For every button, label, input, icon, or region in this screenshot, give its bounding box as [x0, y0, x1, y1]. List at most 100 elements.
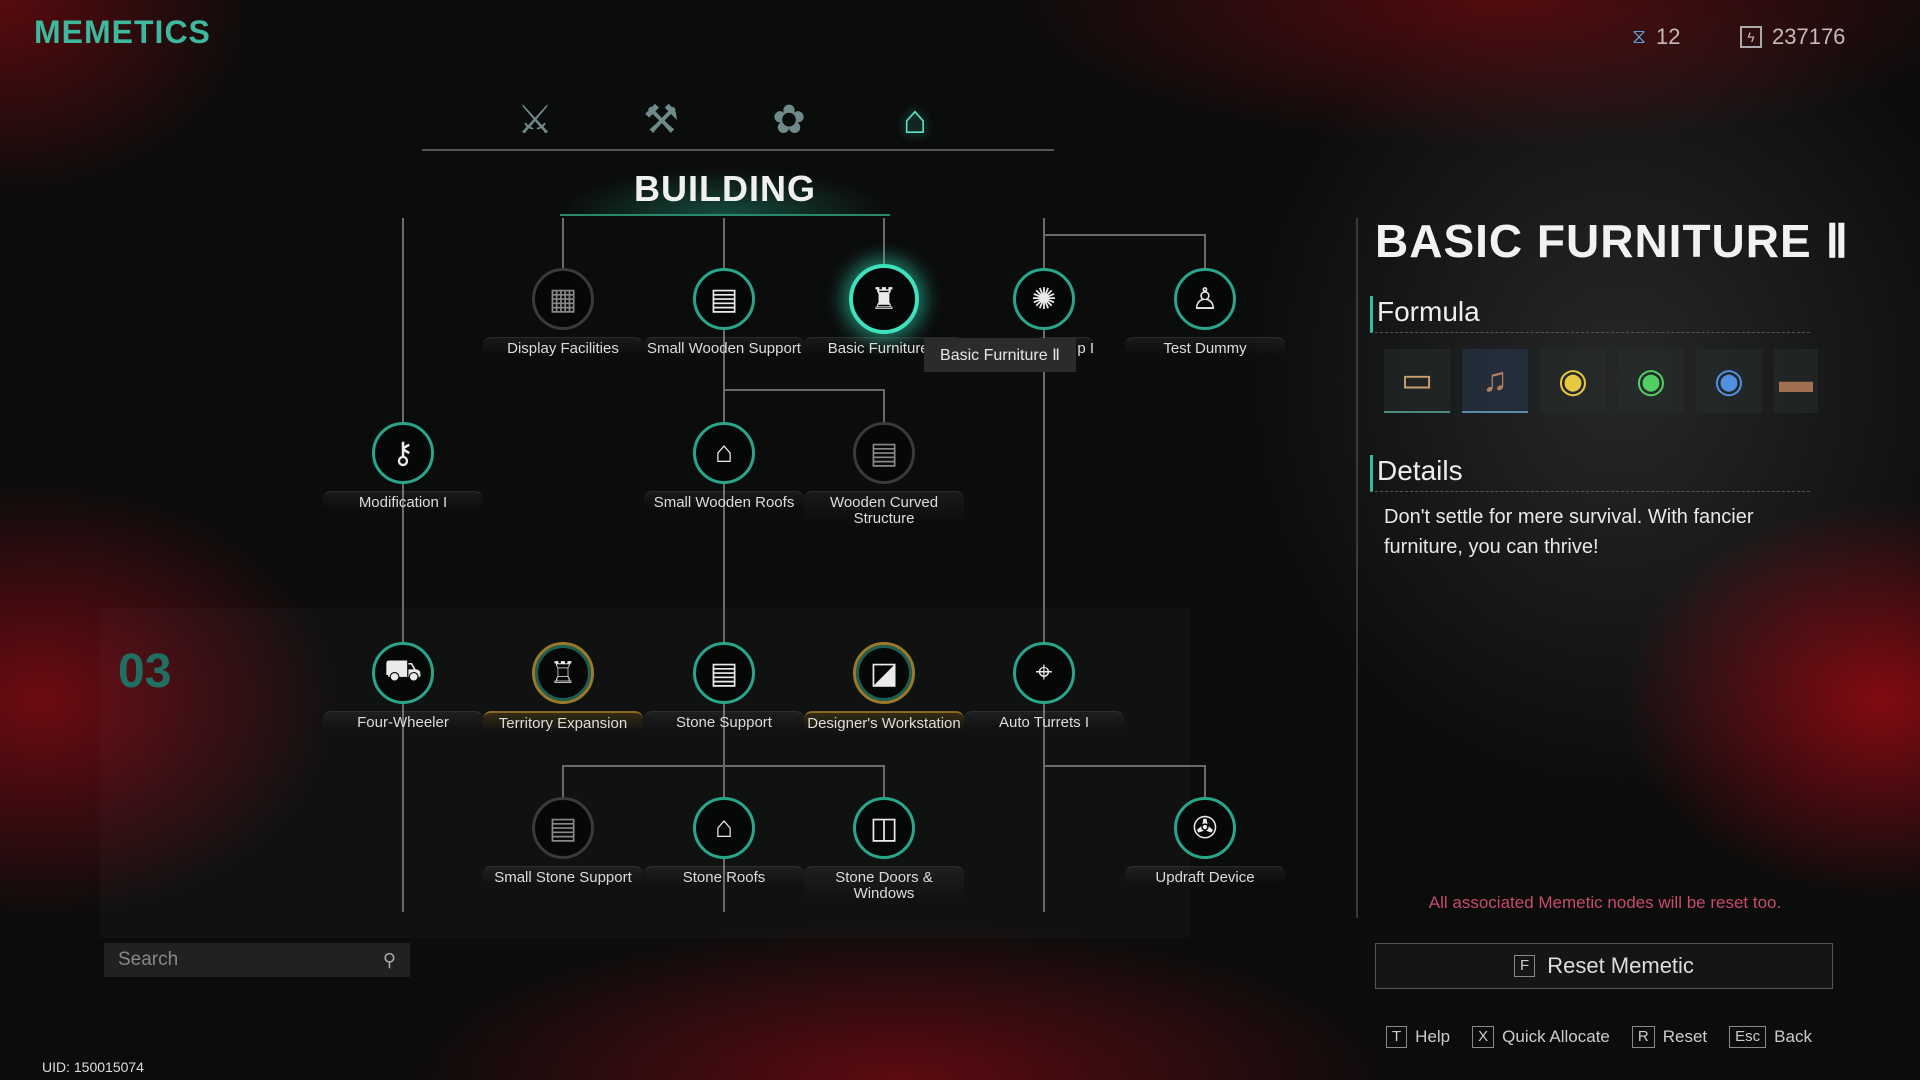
app-title: MEMETICS — [34, 14, 211, 50]
node-display-facilities[interactable]: ▦ — [532, 268, 594, 330]
reset-warning: All associated Memetic nodes will be res… — [1428, 893, 1782, 912]
wrench-icon: ⚷ — [392, 436, 414, 470]
blue-lamp-icon: ◉ — [1714, 362, 1744, 400]
key: R — [1631, 1026, 1655, 1048]
connector — [723, 389, 885, 391]
connector — [1043, 234, 1205, 236]
node-label: Stone Support — [644, 711, 804, 731]
key: Esc — [1729, 1026, 1767, 1048]
detail-title: BASIC FURNITURE Ⅱ — [1375, 215, 1850, 267]
energy-count: 237176 — [1772, 24, 1846, 49]
tab-weapons[interactable]: ⚔ — [505, 90, 565, 150]
yellow-lamp-icon: ◉ — [1558, 362, 1588, 400]
key: X — [1472, 1026, 1495, 1048]
search-icon[interactable]: ⚲ — [383, 950, 396, 971]
roof-icon: ⌂ — [714, 436, 734, 469]
trap-icon: ✺ — [1031, 282, 1057, 316]
connector — [883, 389, 885, 423]
node-small-wooden-roofs[interactable]: ⌂ — [693, 422, 755, 484]
hint-label: Back — [1774, 1027, 1812, 1046]
user-id: UID: 150015074 — [42, 1059, 144, 1075]
hint-label: Reset — [1662, 1027, 1708, 1046]
category-title: BUILDING — [560, 168, 890, 216]
connector — [1204, 234, 1206, 268]
tower-icon: ♖ — [549, 656, 577, 690]
connector — [402, 218, 404, 912]
formula-item[interactable]: ▬ — [1774, 349, 1818, 413]
node-label: Display Facilities — [483, 337, 643, 357]
node-stone-support[interactable]: ▤ — [693, 642, 755, 704]
node-tooltip: Basic Furniture Ⅱ — [924, 338, 1076, 372]
node-label: Test Dummy — [1125, 337, 1285, 357]
plant-icon: ✿ — [772, 98, 806, 142]
car-icon: ⛟ — [384, 654, 422, 687]
reset-hint[interactable]: R Reset — [1631, 1026, 1708, 1048]
tab-crafting[interactable]: ⚒ — [631, 90, 691, 150]
key-f: F — [1514, 955, 1536, 977]
node-basic-furniture-[interactable]: ♜ — [849, 264, 919, 334]
rug-icon: ▬ — [1779, 361, 1813, 400]
tab-divider — [422, 149, 1054, 151]
connector — [562, 218, 564, 268]
search-box[interactable]: ⚲ — [104, 943, 410, 977]
node-stone-roofs[interactable]: ⌂ — [693, 797, 755, 859]
node-p-i[interactable]: ✺ — [1013, 268, 1075, 330]
details-text: Don't settle for mere survival. With fan… — [1384, 506, 1754, 558]
hint-label: Quick Allocate — [1502, 1027, 1610, 1046]
node-auto-turrets-i[interactable]: ⌖ — [1013, 642, 1075, 704]
tab-building[interactable]: ⌂ — [885, 90, 945, 150]
crate-icon: ▦ — [548, 282, 578, 316]
hint-bar: T Help X Quick Allocate R Reset Esc Back — [1386, 1026, 1812, 1048]
lamp-icon: ♜ — [870, 282, 898, 316]
node-label: Four-Wheeler — [323, 711, 483, 731]
workbench-icon: ⚒ — [643, 98, 679, 142]
easel-icon: ◪ — [869, 656, 899, 690]
tv-cabinet-icon: ▭ — [1400, 361, 1434, 399]
dna-count: 12 — [1656, 24, 1681, 49]
quick-allocate-hint[interactable]: X Quick Allocate — [1472, 1026, 1610, 1048]
connector — [1204, 765, 1206, 799]
tab-farming[interactable]: ✿ — [759, 90, 819, 150]
formula-item[interactable]: ◉ — [1696, 349, 1762, 413]
help-hint[interactable]: T Help — [1386, 1026, 1450, 1048]
dna-icon: ⧖ — [1632, 25, 1647, 48]
hint-label: Help — [1415, 1027, 1451, 1046]
back-hint[interactable]: Esc Back — [1729, 1026, 1812, 1048]
node-small-stone-support[interactable]: ▤ — [532, 797, 594, 859]
formula-item[interactable]: ♫ — [1462, 349, 1528, 413]
connector — [562, 765, 564, 799]
formula-heading: Formula — [1370, 296, 1810, 333]
formula-item[interactable]: ▭ — [1384, 349, 1450, 413]
node-label: Updraft Device — [1125, 866, 1285, 886]
roof-icon: ⌂ — [714, 811, 734, 844]
cabinet-icon: ▤ — [709, 656, 739, 690]
key: T — [1386, 1026, 1408, 1048]
formula-item[interactable]: ◉ — [1540, 349, 1606, 413]
reset-memetic-label: Reset Memetic — [1547, 953, 1694, 978]
formula-item[interactable]: ◉ — [1618, 349, 1684, 413]
reset-memetic-button[interactable]: F Reset Memetic — [1375, 943, 1833, 989]
search-input[interactable] — [118, 949, 358, 971]
node-four-wheeler[interactable]: ⛟ — [372, 642, 434, 704]
node-updraft-device[interactable]: ✇ — [1174, 797, 1236, 859]
house-icon: ⌂ — [902, 97, 928, 142]
node-label: Small Wooden Roofs — [644, 491, 804, 511]
node-wooden-curved-structure[interactable]: ▤ — [853, 422, 915, 484]
cabinet-icon: ▤ — [869, 436, 899, 470]
node-territory-expansion[interactable]: ♖ — [532, 642, 594, 704]
node-test-dummy[interactable]: ♙ — [1174, 268, 1236, 330]
node-designer-s-workstation[interactable]: ◪ — [853, 642, 915, 704]
connector — [562, 765, 885, 767]
node-label: Wooden Curved Structure — [804, 491, 964, 527]
connector — [883, 218, 885, 268]
connector — [883, 765, 885, 799]
panel-divider — [1356, 218, 1358, 918]
dna-stat: ⧖ 12 — [1632, 24, 1681, 50]
node-modification-i[interactable]: ⚷ — [372, 422, 434, 484]
turret-icon: ⌖ — [1035, 656, 1053, 689]
node-stone-doors-windows[interactable]: ◫ — [853, 797, 915, 859]
details-heading: Details — [1370, 455, 1810, 492]
fan-icon: ✇ — [1192, 811, 1218, 845]
node-small-wooden-support[interactable]: ▤ — [693, 268, 755, 330]
section-number: 03 — [118, 645, 172, 698]
